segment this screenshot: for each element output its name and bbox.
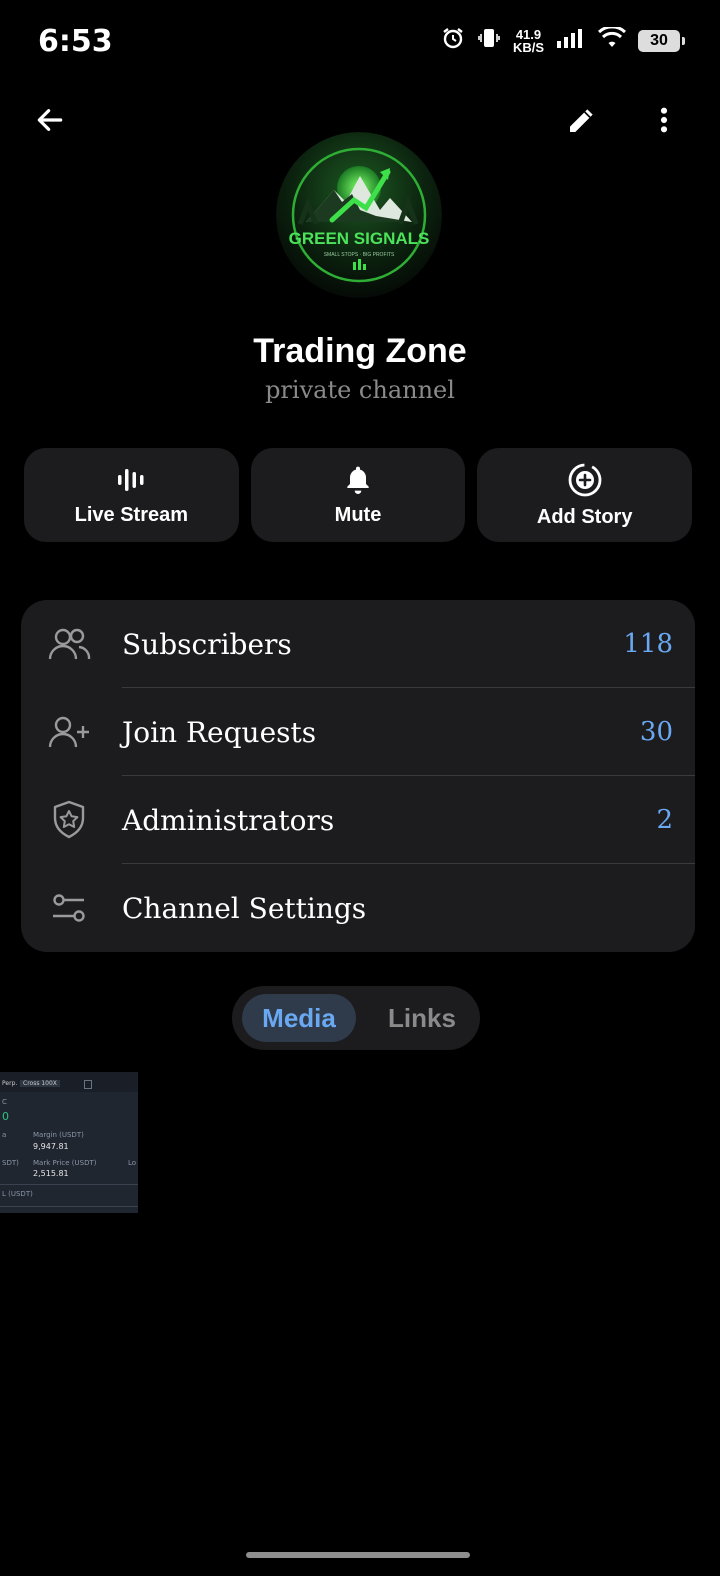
- thumb-text: L (USDT): [2, 1190, 33, 1198]
- tab-links[interactable]: Links: [372, 994, 472, 1042]
- users-icon: [47, 624, 91, 664]
- back-button[interactable]: [22, 92, 78, 148]
- subscribers-row[interactable]: Subscribers 118: [21, 600, 695, 688]
- administrators-count: 2: [656, 805, 673, 835]
- thumb-text: Perp.: [2, 1080, 18, 1087]
- channel-avatar[interactable]: GREEN SIGNALS SMALL STOPS · BIG PROFITS: [276, 132, 442, 298]
- administrators-label: Administrators: [122, 803, 335, 837]
- subscribers-label: Subscribers: [122, 627, 292, 661]
- thumb-divider: [0, 1206, 138, 1207]
- thumb-text: 0: [2, 1110, 9, 1123]
- thumb-text: SDT): [2, 1159, 19, 1167]
- subscribers-count: 118: [623, 629, 673, 659]
- battery-indicator: 30: [638, 29, 685, 52]
- logo-tagline: SMALL STOPS · BIG PROFITS: [324, 252, 395, 258]
- thumb-text: 2,515.81: [33, 1169, 69, 1178]
- net-speed-unit: KB/S: [512, 39, 544, 55]
- thumb-divider: [0, 1184, 138, 1185]
- home-indicator[interactable]: [246, 1552, 470, 1558]
- shield-star-icon: [47, 800, 91, 840]
- live-stream-button[interactable]: Live Stream: [24, 448, 239, 542]
- thumb-text: Cross 100X: [20, 1080, 60, 1087]
- mute-label: Mute: [334, 503, 382, 526]
- add-story-icon: [568, 463, 602, 496]
- sliders-icon: [47, 888, 91, 928]
- pencil-icon: [570, 109, 593, 132]
- net-speed-value: 41.9: [515, 26, 542, 42]
- media-thumbnail[interactable]: Perp. Cross 100X C 0 a Margin (USDT) 9,9…: [0, 1072, 138, 1213]
- more-options-button[interactable]: [636, 92, 692, 148]
- tab-media[interactable]: Media: [242, 994, 356, 1042]
- wifi-icon: [597, 25, 627, 54]
- join-requests-row[interactable]: Join Requests 30: [21, 688, 695, 776]
- channel-settings-label: Channel Settings: [122, 891, 367, 925]
- thumb-text: Lo: [128, 1159, 137, 1167]
- thumb-text: 9,947.81: [33, 1142, 69, 1151]
- live-stream-label: Live Stream: [74, 503, 189, 526]
- join-requests-label: Join Requests: [122, 715, 317, 749]
- channel-info-card: Subscribers 118 Join Requests 30 Adminis…: [21, 600, 695, 952]
- thumb-text: C: [2, 1098, 7, 1106]
- logo-text: GREEN SIGNALS: [289, 229, 430, 248]
- user-add-icon: [47, 712, 91, 752]
- bell-icon: [347, 466, 369, 494]
- green-signals-logo: GREEN SIGNALS SMALL STOPS · BIG PROFITS: [276, 132, 442, 298]
- action-buttons: Live Stream Mute Add Story: [24, 448, 693, 542]
- add-story-label: Add Story: [536, 505, 633, 528]
- media-tabs: Media Links: [232, 986, 480, 1050]
- add-story-button[interactable]: Add Story: [477, 448, 693, 542]
- channel-name: Trading Zone: [253, 332, 467, 370]
- edit-button[interactable]: [554, 92, 610, 148]
- alarm-icon: [441, 26, 465, 55]
- thumb-text: a: [2, 1131, 7, 1139]
- thumb-icon: [84, 1080, 92, 1089]
- thumb-text: Margin (USDT): [33, 1131, 84, 1139]
- channel-settings-row[interactable]: Channel Settings: [21, 864, 695, 952]
- status-bar: 6:53 41.9 KB/S 30: [0, 0, 720, 84]
- thumb-text: Mark Price (USDT): [33, 1159, 97, 1167]
- channel-type: private channel: [265, 376, 455, 404]
- more-vertical-icon: [660, 107, 668, 133]
- vibrate-icon: [477, 26, 501, 55]
- administrators-row[interactable]: Administrators 2: [21, 776, 695, 864]
- live-stream-icon: [118, 468, 144, 491]
- net-speed: 41.9 KB/S: [513, 28, 544, 54]
- join-requests-count: 30: [639, 717, 673, 747]
- back-arrow-icon: [37, 109, 63, 131]
- signal-icon: [556, 27, 586, 54]
- mute-button[interactable]: Mute: [250, 448, 466, 542]
- status-icons: 41.9 KB/S 30: [441, 25, 685, 55]
- clock: 6:53: [38, 24, 113, 59]
